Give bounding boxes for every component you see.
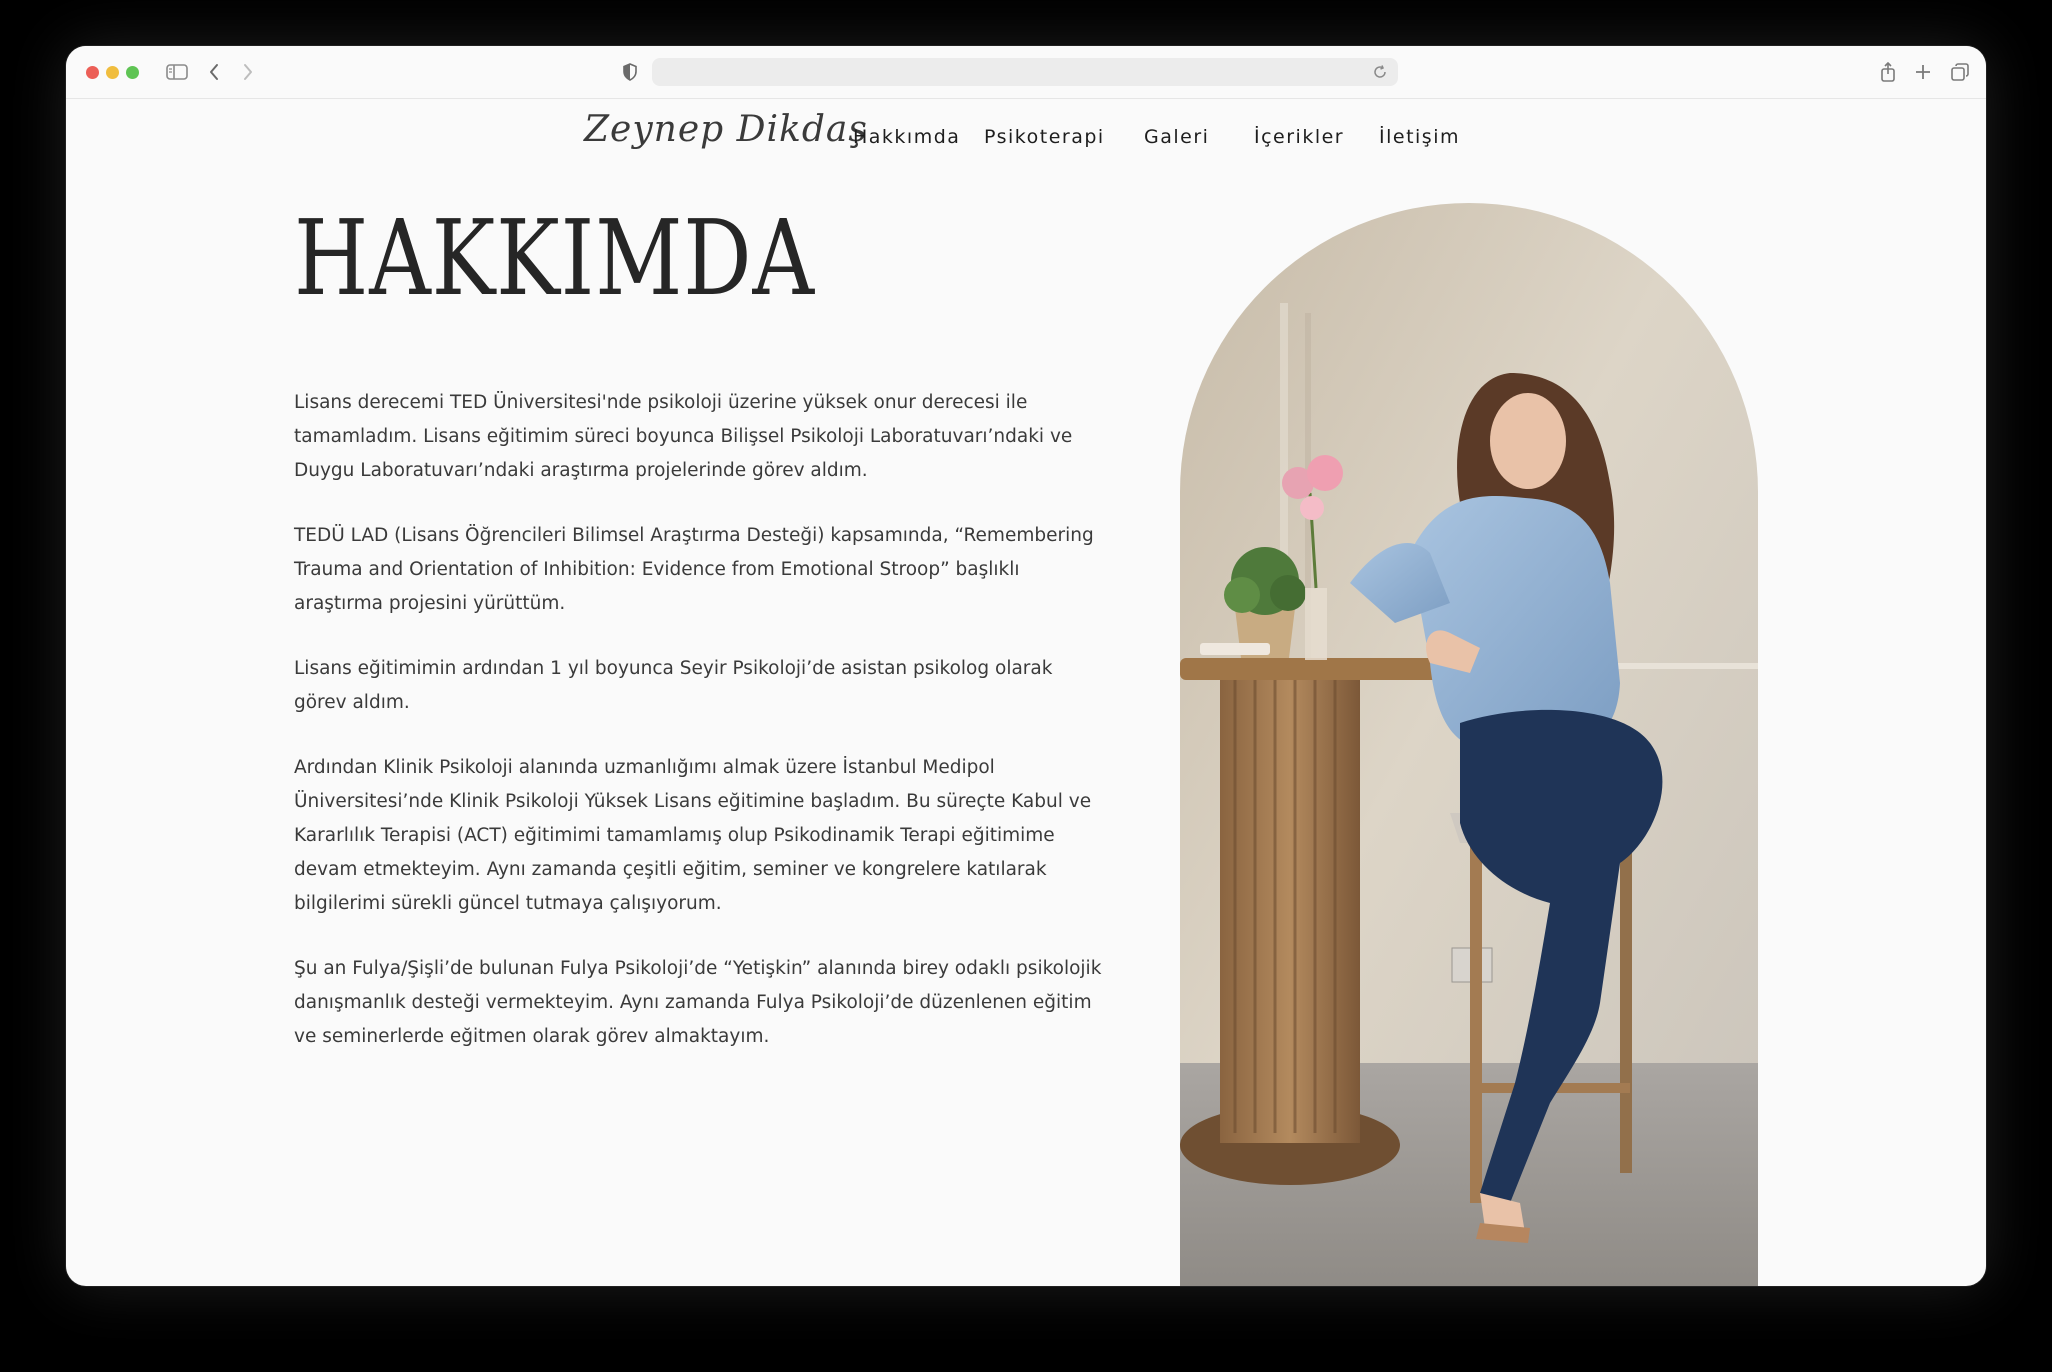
portrait-illustration (1180, 203, 1758, 1286)
paragraph-research: TEDÜ LAD (Lisans Öğrencileri Bilimsel Ar… (294, 525, 1094, 614)
paragraph-masters: Ardından Klinik Psikoloji alanında uzman… (294, 757, 1092, 914)
reload-icon[interactable] (1368, 56, 1392, 88)
nav-item-psikoterapi[interactable]: Psikoterapi (984, 126, 1105, 148)
paragraph-assistant: Lisans eğitimimin ardından 1 yıl boyunca… (294, 658, 1053, 713)
tabs-overview-icon[interactable] (1948, 56, 1972, 88)
paragraph-current: Şu an Fulya/Şişli’de bulunan Fulya Psiko… (294, 958, 1102, 1047)
nav-item-icerikler[interactable]: İçerikler (1254, 126, 1344, 148)
page-title: HAKKIMDA (294, 197, 815, 319)
about-text: Lisans derecemi TED Üniversitesi'nde psi… (294, 386, 1102, 1085)
minimize-window-button[interactable] (106, 66, 119, 79)
sidebar-icon[interactable] (162, 56, 192, 88)
nav-item-hakkimda[interactable]: Hakkımda (853, 126, 960, 148)
portrait-photo (1180, 203, 1758, 1286)
back-icon[interactable] (202, 56, 226, 88)
new-tab-icon[interactable] (1911, 56, 1935, 88)
site-logo[interactable]: Zeynep Dikdaş (584, 109, 868, 150)
nav-item-iletisim[interactable]: İletişim (1379, 126, 1460, 148)
site-navigation: Zeynep Dikdaş Hakkımda Psikoterapi Galer… (66, 99, 1986, 179)
shield-icon[interactable] (618, 56, 642, 88)
forward-icon[interactable] (236, 56, 260, 88)
browser-window: Zeynep Dikdaş Hakkımda Psikoterapi Galer… (66, 46, 1986, 1286)
browser-toolbar (66, 46, 1986, 99)
close-window-button[interactable] (86, 66, 99, 79)
address-bar[interactable] (652, 58, 1398, 86)
paragraph-education: Lisans derecemi TED Üniversitesi'nde psi… (294, 392, 1073, 481)
share-icon[interactable] (1876, 56, 1900, 88)
maximize-window-button[interactable] (126, 66, 139, 79)
nav-item-galeri[interactable]: Galeri (1144, 126, 1209, 148)
